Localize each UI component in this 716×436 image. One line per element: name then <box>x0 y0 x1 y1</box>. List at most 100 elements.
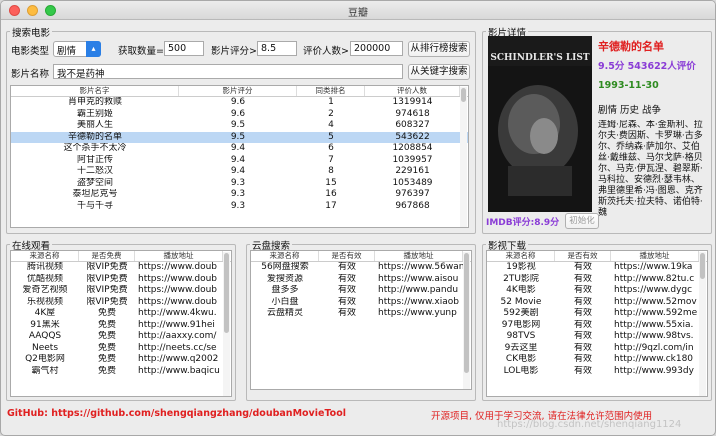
table-cell: http://www.4kwu. <box>138 308 217 318</box>
init-button[interactable]: 初始化 <box>565 213 599 229</box>
cloud-table-scrollbar[interactable] <box>463 252 470 389</box>
table-row[interactable]: 乐视视频 限VIP免费 https://www.doub <box>11 297 231 309</box>
table-row[interactable]: 97电影网 有效 http://www.55xia. <box>487 320 707 332</box>
table-cell: 盘多多 <box>271 285 299 295</box>
table-cell: 9.4 <box>230 166 246 176</box>
table-row[interactable]: 4K屋 免费 http://www.4kwu. <box>11 308 231 320</box>
column-header[interactable]: 是否有效 <box>319 251 375 261</box>
table-cell: http://www.52mov <box>614 296 697 307</box>
table-cell: 1208854 <box>392 143 433 153</box>
table-cell: 美丽人生 <box>76 120 113 130</box>
table-cell: 229161 <box>395 166 430 176</box>
table-row[interactable]: 爱奇艺视频 限VIP免费 https://www.doub <box>11 285 231 297</box>
table-cell: 17 <box>325 200 337 211</box>
scrollbar-thumb[interactable] <box>700 253 705 279</box>
table-row[interactable]: 腾讯视频 限VIP免费 https://www.doub <box>11 262 231 274</box>
column-header[interactable]: 是否免费 <box>79 251 135 261</box>
table-row[interactable]: 这个杀手不太冷 9.4 6 1208854 <box>11 143 468 155</box>
table-cell: 免费 <box>97 354 116 364</box>
table-row[interactable]: LOL电影 有效 http://www.993dy <box>487 366 707 378</box>
table-row[interactable]: 十二怒汉 9.4 8 229161 <box>11 166 468 178</box>
cloud-table: 来源名称 是否有效 播放地址 56网盘搜索 有效 https://www.56wan… <box>250 250 472 390</box>
table-row[interactable]: 56网盘搜索 有效 https://www.56wan <box>251 262 471 274</box>
keyword-search-button[interactable]: 从关键字搜索 <box>408 64 470 80</box>
table-row[interactable]: 霸王别姬 9.6 2 974618 <box>11 109 468 121</box>
column-header[interactable]: 同类排名 <box>297 86 365 96</box>
table-row[interactable]: 霸气村 免费 http://www.baqicu <box>11 366 231 378</box>
table-row[interactable]: 4K电影 有效 https://www.dygc <box>487 285 707 297</box>
table-cell: https://www.doub <box>138 296 218 307</box>
table-row[interactable]: 辛德勒的名单 9.5 5 543622 <box>11 131 468 143</box>
download-table-header: 来源名称 是否有效 播放地址 <box>487 251 707 262</box>
table-row[interactable]: 9去这里 有效 http://9qzl.com/in <box>487 343 707 355</box>
table-cell: 1053489 <box>392 177 433 188</box>
table-cell: 9去这里 <box>504 342 538 353</box>
table-cell: http://www.993dy <box>614 365 694 376</box>
movie-name-label: 影片名称 <box>11 69 50 80</box>
table-cell: 9.4 <box>230 143 246 153</box>
table-cell: 限VIP免费 <box>86 296 128 307</box>
scrollbar-thumb[interactable] <box>461 88 466 102</box>
column-header[interactable]: 影片评分 <box>179 86 297 96</box>
movie-table: 影片名字 影片评分 同类排名 评价人数 肖申克的救赎 9.6 1 1319914 霸王别… <box>10 85 469 228</box>
table-row[interactable]: 爱搜资源 有效 https://www.aisou <box>251 274 471 286</box>
movie-name-input[interactable]: 我不是药神 <box>53 64 403 79</box>
table-row[interactable]: AAQQS 免费 http://aaxxy.com/ <box>11 331 231 343</box>
download-table-scrollbar[interactable] <box>699 252 706 396</box>
table-cell: 肖申克的救赎 <box>67 97 122 107</box>
table-row[interactable]: 美丽人生 9.5 4 608327 <box>11 120 468 132</box>
column-header[interactable]: 播放地址 <box>375 251 463 261</box>
column-header[interactable]: 播放地址 <box>135 251 223 261</box>
movie-type-value: 剧情 <box>57 46 77 57</box>
scrollbar-thumb[interactable] <box>464 253 469 373</box>
table-row[interactable]: 泰坦尼克号 9.3 16 976397 <box>11 189 468 201</box>
column-header[interactable]: 是否有效 <box>555 251 611 261</box>
table-row[interactable]: 盗梦空间 9.3 15 1053489 <box>11 178 468 190</box>
table-cell: 19影视 <box>506 262 536 272</box>
table-cell: Neets <box>31 342 59 353</box>
table-cell: 9.4 <box>230 154 246 165</box>
votes-input[interactable]: 200000 <box>350 41 403 56</box>
rating-input[interactable]: 8.5 <box>257 41 297 56</box>
online-table-scrollbar[interactable] <box>223 252 230 396</box>
table-row[interactable]: 小白盘 有效 https://www.xiaob <box>251 297 471 309</box>
table-cell: 有效 <box>573 262 592 272</box>
table-cell: 6 <box>328 143 334 153</box>
table-row[interactable]: Q2电影网 免费 http://www.q2002 <box>11 354 231 366</box>
column-header[interactable]: 来源名称 <box>251 251 319 261</box>
movie-type-select[interactable]: 剧情 ▴ <box>53 41 101 57</box>
column-header[interactable]: 评价人数 <box>365 86 460 96</box>
github-link[interactable]: GitHub: https://github.com/shengqiangzha… <box>7 408 346 419</box>
table-row[interactable]: 98TVS 有效 http://www.98tvs. <box>487 331 707 343</box>
column-header[interactable]: 来源名称 <box>487 251 555 261</box>
table-cell: 967868 <box>395 200 430 211</box>
table-cell: 有效 <box>573 331 592 341</box>
count-input[interactable]: 500 <box>164 41 204 56</box>
column-header[interactable]: 影片名字 <box>11 86 179 96</box>
table-row[interactable]: 云盘精灵 有效 https://www.yunp <box>251 308 471 320</box>
column-header[interactable]: 来源名称 <box>11 251 79 261</box>
table-cell: 有效 <box>337 262 356 272</box>
column-header[interactable]: 播放地址 <box>611 251 699 261</box>
table-row[interactable]: 592美剧 有效 http://www.592me <box>487 308 707 320</box>
movie-table-scrollbar[interactable] <box>460 87 467 227</box>
table-row[interactable]: 盘多多 有效 http://www.pandu <box>251 285 471 297</box>
table-row[interactable]: 2TU影院 有效 http://www.82tu.c <box>487 274 707 286</box>
table-row[interactable]: Neets 免费 http://neets.cc/se <box>11 343 231 355</box>
table-cell: 霸气村 <box>31 365 59 376</box>
table-row[interactable]: 91黑米 免费 http://www.91hei <box>11 320 231 332</box>
table-row[interactable]: CK电影 有效 http://www.ck180 <box>487 354 707 366</box>
table-cell: 976397 <box>395 189 430 199</box>
scrollbar-thumb[interactable] <box>224 253 229 333</box>
table-cell: http://www.592me <box>614 308 698 318</box>
table-row[interactable]: 肖申克的救赎 9.6 1 1319914 <box>11 97 468 109</box>
table-row[interactable]: 阿甘正传 9.4 7 1039957 <box>11 155 468 167</box>
table-row[interactable]: 19影视 有效 https://www.19ka <box>487 262 707 274</box>
table-cell: 腾讯视频 <box>26 262 63 272</box>
table-row[interactable]: 千与千寻 9.3 17 967868 <box>11 201 468 213</box>
table-row[interactable]: 优酷视频 限VIP免费 https://www.doub <box>11 274 231 286</box>
table-row[interactable]: 52 Movie 有效 http://www.52mov <box>487 297 707 309</box>
table-cell: 有效 <box>573 273 592 284</box>
table-cell: http://9qzl.com/in <box>614 342 694 353</box>
rank-search-button[interactable]: 从排行榜搜索 <box>408 41 470 57</box>
